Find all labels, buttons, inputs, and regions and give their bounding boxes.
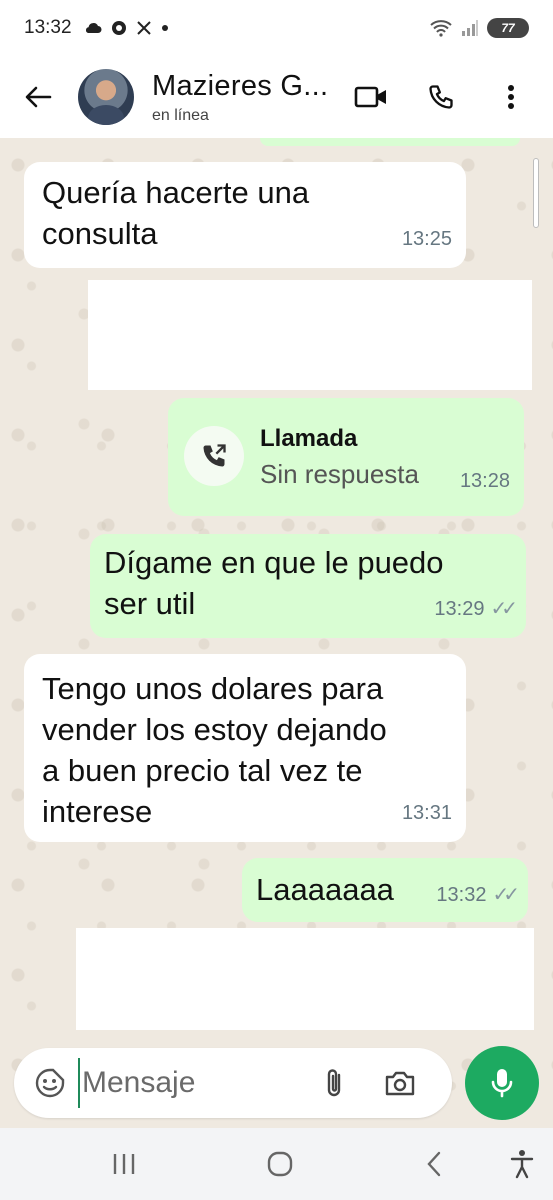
- system-nav-bar: [0, 1128, 553, 1200]
- message-meta: 13:32 ✓✓: [436, 875, 519, 916]
- message-text-line: vender los estoy dejando: [42, 712, 387, 747]
- read-ticks-icon: ✓✓: [490, 598, 517, 620]
- back-nav-button[interactable]: [414, 1144, 454, 1184]
- whatsapp-icon: [111, 21, 126, 35]
- call-icon-badge: [184, 426, 244, 486]
- outgoing-message[interactable]: Laaaaaaa 13:32 ✓✓: [242, 858, 528, 922]
- message-time: 13:32: [436, 884, 487, 906]
- more-options-button[interactable]: [493, 79, 529, 115]
- incoming-message[interactable]: Quería hacerte una consulta 13:25: [24, 162, 466, 268]
- accessibility-icon: [510, 1150, 534, 1179]
- message-time: 13:25: [401, 228, 452, 250]
- video-call-button[interactable]: [353, 79, 389, 115]
- contact-info[interactable]: Mazieres G... en línea: [152, 70, 328, 125]
- battery-indicator: 77: [487, 18, 529, 38]
- avatar[interactable]: [78, 69, 134, 125]
- call-title: Llamada: [260, 425, 358, 452]
- dot-icon: [161, 25, 168, 31]
- wifi-icon: [430, 20, 452, 37]
- message-text-line: Tengo unos dolares para: [42, 671, 384, 706]
- read-ticks-icon: ✓✓: [492, 884, 519, 906]
- more-vert-icon: [508, 85, 514, 109]
- sticker-smiley-icon: [35, 1068, 65, 1098]
- microphone-icon: [491, 1069, 513, 1098]
- back-button[interactable]: [20, 79, 56, 115]
- recents-icon: [113, 1154, 135, 1174]
- message-meta: 13:25: [402, 219, 452, 260]
- home-circle-icon: [267, 1151, 293, 1177]
- status-left-icons: [84, 20, 169, 36]
- previous-message-edge: [260, 138, 520, 146]
- message-meta: 13:29 ✓✓: [434, 589, 517, 630]
- redacted-message: [88, 280, 532, 390]
- contact-name: Mazieres G...: [152, 69, 329, 102]
- attach-button[interactable]: [312, 1061, 356, 1105]
- home-button[interactable]: [260, 1144, 300, 1184]
- cloud-icon: [85, 23, 102, 33]
- message-text-line: Dígame en que le puedo: [104, 545, 444, 580]
- accessibility-button[interactable]: [502, 1144, 542, 1184]
- chat-header: Mazieres G... en línea: [0, 56, 553, 138]
- camera-button[interactable]: [378, 1061, 422, 1105]
- phone-icon: [429, 85, 453, 109]
- voice-record-button[interactable]: [465, 1046, 539, 1120]
- paperclip-icon: [327, 1069, 341, 1097]
- voice-call-button[interactable]: [423, 79, 459, 115]
- message-text-line: a buen precio tal vez te: [42, 753, 363, 788]
- outgoing-call-icon: [203, 444, 226, 467]
- header-actions: [353, 79, 529, 115]
- message-text-line: interese: [42, 794, 153, 829]
- camera-icon: [385, 1071, 415, 1096]
- recent-apps-button[interactable]: [104, 1144, 144, 1184]
- message-text-line: consulta: [42, 216, 158, 251]
- status-right-icons: 77: [429, 18, 529, 38]
- message-text-line: Quería hacerte una: [42, 175, 310, 210]
- message-input[interactable]: [78, 1058, 308, 1108]
- scrollbar[interactable]: [533, 158, 539, 228]
- status-bar: 13:32 77: [0, 0, 553, 56]
- message-meta: 13:31: [402, 793, 452, 834]
- chevron-left-icon: [427, 1151, 441, 1177]
- contact-status: en línea: [152, 106, 209, 124]
- redacted-message: [76, 928, 534, 1030]
- message-time: 13:28: [459, 470, 510, 492]
- outgoing-message[interactable]: Dígame en que le puedo ser util 13:29 ✓✓: [90, 534, 526, 638]
- status-time: 13:32: [24, 17, 72, 38]
- call-subtitle: Sin respuesta: [260, 459, 419, 489]
- message-meta: 13:28: [460, 461, 510, 502]
- message-time: 13:29: [434, 598, 485, 620]
- back-arrow-icon: [25, 86, 52, 108]
- sticker-button[interactable]: [28, 1061, 72, 1105]
- message-time: 13:31: [401, 802, 452, 824]
- chat-area[interactable]: Quería hacerte una consulta 13:25 Llamad…: [0, 138, 553, 1148]
- x-logo-icon: [136, 21, 151, 35]
- missed-call-message[interactable]: Llamada Sin respuesta 13:28: [168, 398, 524, 516]
- message-composer: [14, 1048, 452, 1118]
- incoming-message[interactable]: Tengo unos dolares para vender los estoy…: [24, 654, 466, 842]
- video-camera-icon: [354, 86, 386, 108]
- signal-icon: [462, 20, 478, 36]
